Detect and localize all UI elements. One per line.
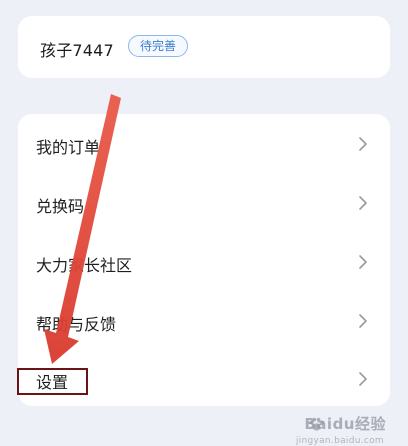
menu-item-label: 大力家长社区	[36, 256, 133, 275]
menu-list: 我的订单 兑换码 大力家长社区 帮助与反馈 设置	[18, 114, 390, 406]
settings-highlight-box	[17, 368, 88, 395]
watermark-url: jingyan.baidu.com	[295, 436, 384, 446]
menu-item-help-feedback[interactable]: 帮助与反馈	[18, 292, 390, 350]
menu-item-orders[interactable]: 我的订单	[18, 115, 390, 173]
profile-status-badge[interactable]: 待完善	[128, 35, 189, 57]
menu-item-label: 我的订单	[36, 138, 101, 157]
chevron-right-icon	[359, 255, 367, 269]
chevron-right-icon	[359, 372, 367, 386]
chevron-right-icon	[359, 196, 367, 210]
watermark-text: Baidu经验	[304, 415, 386, 433]
profile-name: 孩子7447	[40, 41, 114, 60]
chevron-right-icon	[359, 137, 367, 151]
profile-card[interactable]: 孩子7447 待完善	[18, 16, 390, 78]
chevron-right-icon	[359, 314, 367, 328]
menu-item-redeem-code[interactable]: 兑换码	[18, 174, 390, 232]
menu-item-label: 帮助与反馈	[36, 315, 117, 334]
menu-item-label: 兑换码	[36, 197, 85, 216]
menu-item-parent-community[interactable]: 大力家长社区	[18, 233, 390, 291]
